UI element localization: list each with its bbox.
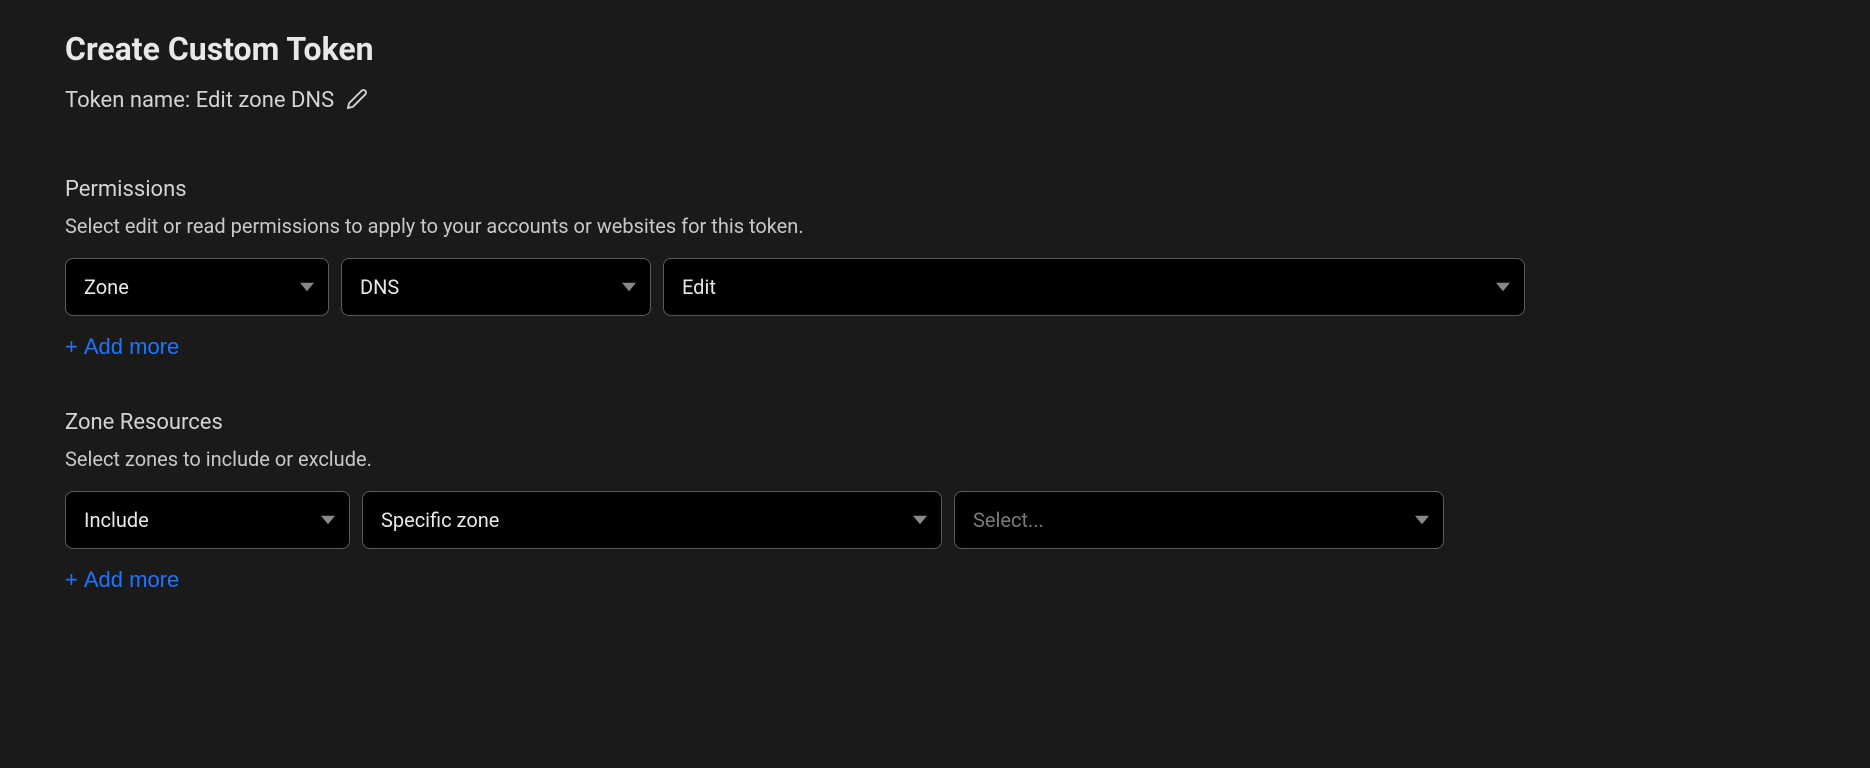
zone-mode-select[interactable]: Include — [65, 491, 350, 549]
page-title: Create Custom Token — [65, 30, 1805, 68]
permission-service-select[interactable]: DNS — [341, 258, 651, 316]
permission-scope-value: Zone — [84, 275, 129, 299]
zone-value-placeholder: Select... — [973, 508, 1044, 532]
plus-icon: + — [65, 334, 78, 360]
caret-down-icon — [913, 513, 927, 527]
zone-resources-row: Include Specific zone Select... — [65, 491, 1435, 549]
caret-down-icon — [1415, 513, 1429, 527]
token-name-value: Edit zone DNS — [196, 88, 334, 113]
zone-type-value: Specific zone — [381, 508, 499, 532]
zone-resources-add-more-button[interactable]: + Add more — [65, 567, 179, 593]
permissions-row: Zone DNS Edit — [65, 258, 1525, 316]
pencil-icon — [346, 88, 368, 113]
permission-access-select[interactable]: Edit — [663, 258, 1525, 316]
permission-access-value: Edit — [682, 275, 716, 299]
caret-down-icon — [1496, 280, 1510, 294]
permissions-add-more-button[interactable]: + Add more — [65, 334, 179, 360]
permissions-heading: Permissions — [65, 177, 1805, 202]
zone-resources-section: Zone Resources Select zones to include o… — [65, 410, 1805, 593]
token-name-row: Token name: Edit zone DNS — [65, 86, 1805, 115]
edit-token-name-button[interactable] — [344, 86, 370, 115]
permissions-description: Select edit or read permissions to apply… — [65, 214, 1805, 238]
zone-value-select[interactable]: Select... — [954, 491, 1444, 549]
caret-down-icon — [622, 280, 636, 294]
zone-resources-description: Select zones to include or exclude. — [65, 447, 1805, 471]
token-name-prefix: Token name: — [65, 88, 196, 113]
caret-down-icon — [321, 513, 335, 527]
permission-scope-select[interactable]: Zone — [65, 258, 329, 316]
token-name-label: Token name: Edit zone DNS — [65, 88, 334, 113]
permission-service-value: DNS — [360, 275, 399, 299]
permissions-section: Permissions Select edit or read permissi… — [65, 177, 1805, 360]
zone-resources-add-more-label: Add more — [84, 567, 179, 593]
plus-icon: + — [65, 567, 78, 593]
zone-type-select[interactable]: Specific zone — [362, 491, 942, 549]
zone-mode-value: Include — [84, 508, 149, 532]
permissions-add-more-label: Add more — [84, 334, 179, 360]
zone-resources-heading: Zone Resources — [65, 410, 1805, 435]
caret-down-icon — [300, 280, 314, 294]
